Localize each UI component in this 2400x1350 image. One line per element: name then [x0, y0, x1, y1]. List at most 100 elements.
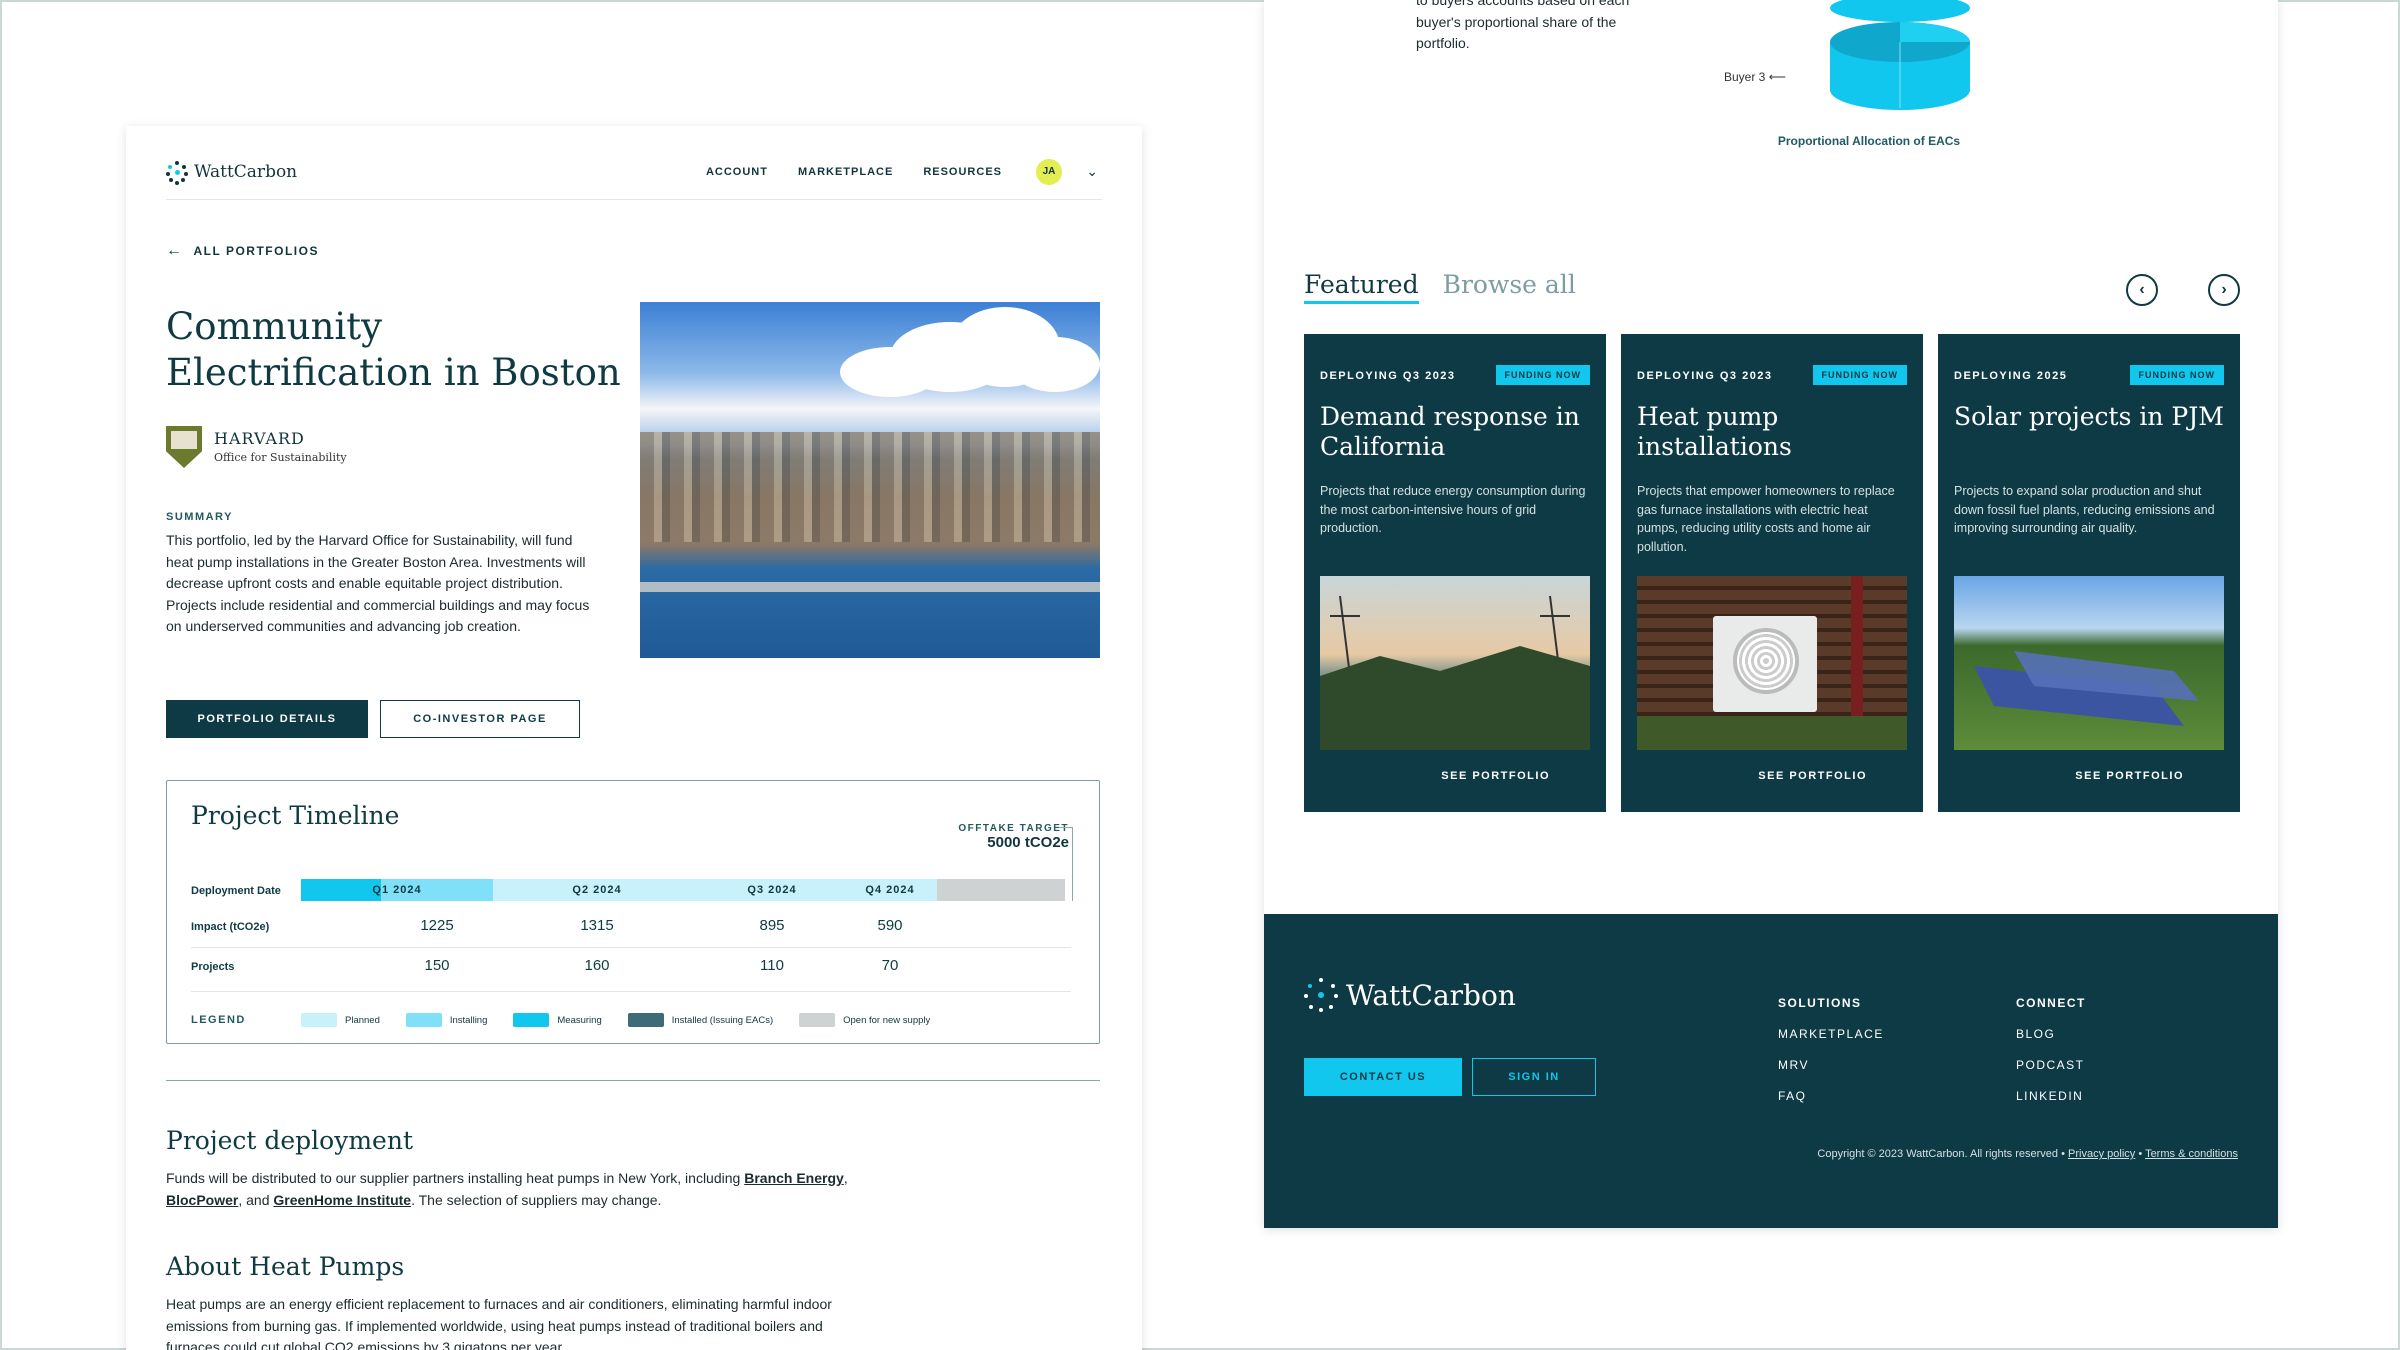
- footer-logo-text: WattCarbon: [1346, 978, 1516, 1012]
- legend-planned: Planned: [345, 1014, 380, 1026]
- card-desc: Projects that empower homeowners to repl…: [1637, 484, 1895, 554]
- see-portfolio-link[interactable]: SEE PORTFOLIO: [1441, 770, 1550, 782]
- solutions-title: SOLUTIONS: [1778, 996, 1862, 1010]
- card-desc: Projects to expand solar production and …: [1954, 484, 2215, 535]
- section-divider: [166, 1080, 1100, 1081]
- project-timeline: Project Timeline OFFTAKE TARGET 5000 tCO…: [166, 780, 1100, 1044]
- footer-solutions: SOLUTIONS MARKETPLACE MRV FAQ: [1778, 988, 1884, 1112]
- footer-faq-link[interactable]: FAQ: [1778, 1081, 1884, 1112]
- portfolio-card[interactable]: DEPLOYING Q3 2023 FUNDING NOW Heat pump …: [1621, 334, 1923, 812]
- row-divider: [191, 947, 1071, 948]
- copyright-line: Copyright © 2023 WattCarbon. All rights …: [1817, 1148, 2238, 1160]
- footer-marketplace-link[interactable]: MARKETPLACE: [1778, 1019, 1884, 1050]
- footer: WattCarbon CONTACT US SIGN IN SOLUTIONS …: [1264, 914, 2278, 1228]
- chevron-down-icon[interactable]: ⌄: [1086, 163, 1098, 180]
- footer-linkedin-link[interactable]: LINKEDIN: [2016, 1081, 2086, 1112]
- marketplace-page: to buyers accounts based on each buyer's…: [1264, 0, 2278, 1228]
- legend-installed: Installed (Issuing EACs): [671, 1014, 774, 1026]
- row-label-projects: Projects: [191, 961, 235, 973]
- card-title: Solar projects in PJM: [1954, 402, 2224, 431]
- see-portfolio-link[interactable]: SEE PORTFOLIO: [2075, 770, 2184, 782]
- blocpower-link[interactable]: BlocPower: [166, 1192, 238, 1208]
- q4-label: Q4 2024: [843, 879, 937, 901]
- footer-mrv-link[interactable]: MRV: [1778, 1050, 1884, 1081]
- connect-title: CONNECT: [2016, 996, 2086, 1010]
- solar-panels-photo: [1954, 576, 2224, 750]
- org-sub: Office for Sustainability: [214, 450, 347, 464]
- terms-link[interactable]: Terms & conditions: [2145, 1148, 2238, 1160]
- avatar[interactable]: JA: [1036, 158, 1062, 185]
- canvas: WattCarbon ACCOUNT MARKETPLACE RESOURCES…: [0, 0, 2400, 1350]
- portfolio-card[interactable]: DEPLOYING Q3 2023 FUNDING NOW Demand res…: [1304, 334, 1606, 812]
- row-label-date: Deployment Date: [191, 885, 281, 897]
- see-portfolio-link[interactable]: SEE PORTFOLIO: [1758, 770, 1867, 782]
- arrow-left-icon: ←: [166, 242, 184, 259]
- funding-badge: FUNDING NOW: [2129, 365, 2224, 385]
- summary-text: This portfolio, led by the Harvard Offic…: [166, 532, 590, 634]
- tab-browse-all[interactable]: Browse all: [1443, 270, 1576, 304]
- projects-row: Projects 150 160 110 70: [191, 957, 1071, 977]
- deployment-text: Funds will be distributed to our supplie…: [166, 1170, 848, 1208]
- portfolio-card[interactable]: DEPLOYING 2025 FUNDING NOW Solar project…: [1938, 334, 2240, 812]
- logo-text: WattCarbon: [194, 161, 298, 182]
- q1-label: Q1 2024: [372, 884, 422, 896]
- summary-label: SUMMARY: [166, 511, 233, 523]
- impact-q1: 1225: [420, 917, 454, 934]
- footer-connect: CONNECT BLOG PODCAST LINKEDIN: [2016, 988, 2086, 1112]
- about-title: About Heat Pumps: [166, 1252, 405, 1281]
- harvard-shield-icon: [166, 426, 202, 468]
- heat-pump-photo: [1637, 576, 1907, 750]
- nav-account[interactable]: ACCOUNT: [706, 166, 768, 178]
- legend-installing: Installing: [449, 1014, 488, 1026]
- branch-energy-link[interactable]: Branch Energy: [744, 1170, 844, 1186]
- offtake-label: OFFTAKE TARGET: [958, 823, 1069, 834]
- card-deploy: DEPLOYING 2025: [1954, 370, 2068, 382]
- allocation-pie-chart: [1830, 0, 1970, 110]
- buyer-3-label: Buyer 3 ⟵: [1724, 70, 1786, 84]
- tab-featured[interactable]: Featured: [1304, 270, 1419, 304]
- page-title: Community Electrification in Boston: [166, 305, 621, 394]
- sign-in-button[interactable]: SIGN IN: [1472, 1058, 1596, 1096]
- portfolio-details-button[interactable]: PORTFOLIO DETAILS: [166, 700, 368, 738]
- greenhome-link[interactable]: GreenHome Institute: [273, 1192, 411, 1208]
- carousel-prev-button[interactable]: ‹: [2126, 274, 2158, 306]
- impact-q4: 590: [877, 917, 903, 934]
- org-badge: HARVARD Office for Sustainability: [166, 426, 347, 468]
- nav-marketplace[interactable]: MARKETPLACE: [798, 166, 893, 178]
- footer-blog-link[interactable]: BLOG: [2016, 1019, 2086, 1050]
- funding-badge: FUNDING NOW: [1812, 365, 1907, 385]
- privacy-link[interactable]: Privacy policy: [2068, 1148, 2135, 1160]
- card-title: Demand response in California: [1320, 402, 1580, 461]
- row-label-impact: Impact (tCO2e): [191, 921, 270, 933]
- q3-label: Q3 2024: [701, 879, 843, 901]
- org-name: HARVARD: [214, 428, 305, 448]
- contact-us-button[interactable]: CONTACT US: [1304, 1058, 1462, 1096]
- back-link[interactable]: ← ALL PORTFOLIOS: [166, 242, 319, 260]
- q2-label: Q2 2024: [493, 879, 701, 901]
- footer-podcast-link[interactable]: PODCAST: [2016, 1050, 2086, 1081]
- row-divider: [191, 991, 1071, 992]
- impact-q3: 895: [759, 917, 785, 934]
- copyright-text: Copyright © 2023 WattCarbon. All rights …: [1817, 1148, 2059, 1160]
- logo-dots-icon: [166, 160, 188, 185]
- top-nav: WattCarbon ACCOUNT MARKETPLACE RESOURCES…: [166, 144, 1102, 200]
- legend-open: Open for new supply: [843, 1014, 931, 1026]
- co-investor-button[interactable]: CO-INVESTOR PAGE: [380, 700, 580, 738]
- carousel-next-button[interactable]: ›: [2208, 274, 2240, 306]
- nav-links: ACCOUNT MARKETPLACE RESOURCES: [706, 166, 1002, 178]
- logo-dots-icon: [1304, 978, 1338, 1012]
- card-deploy: DEPLOYING Q3 2023: [1637, 370, 1773, 382]
- deployment-row: Deployment Date Q1 2024 Q2 2024 Q3 2024 …: [191, 879, 1071, 903]
- portfolio-page: WattCarbon ACCOUNT MARKETPLACE RESOURCES…: [126, 126, 1142, 1350]
- projects-q4: 70: [881, 957, 899, 974]
- deployment-title: Project deployment: [166, 1126, 413, 1155]
- nav-resources[interactable]: RESOURCES: [923, 166, 1002, 178]
- power-lines-photo: [1320, 576, 1590, 750]
- legend-title: LEGEND: [191, 1014, 246, 1026]
- footer-logo[interactable]: WattCarbon: [1304, 978, 1516, 1012]
- legend-measuring: Measuring: [557, 1014, 602, 1026]
- projects-q1: 150: [424, 957, 450, 974]
- projects-q3: 110: [760, 957, 784, 974]
- chevron-right-icon: ›: [2221, 281, 2227, 298]
- wattcarbon-logo[interactable]: WattCarbon: [166, 160, 298, 185]
